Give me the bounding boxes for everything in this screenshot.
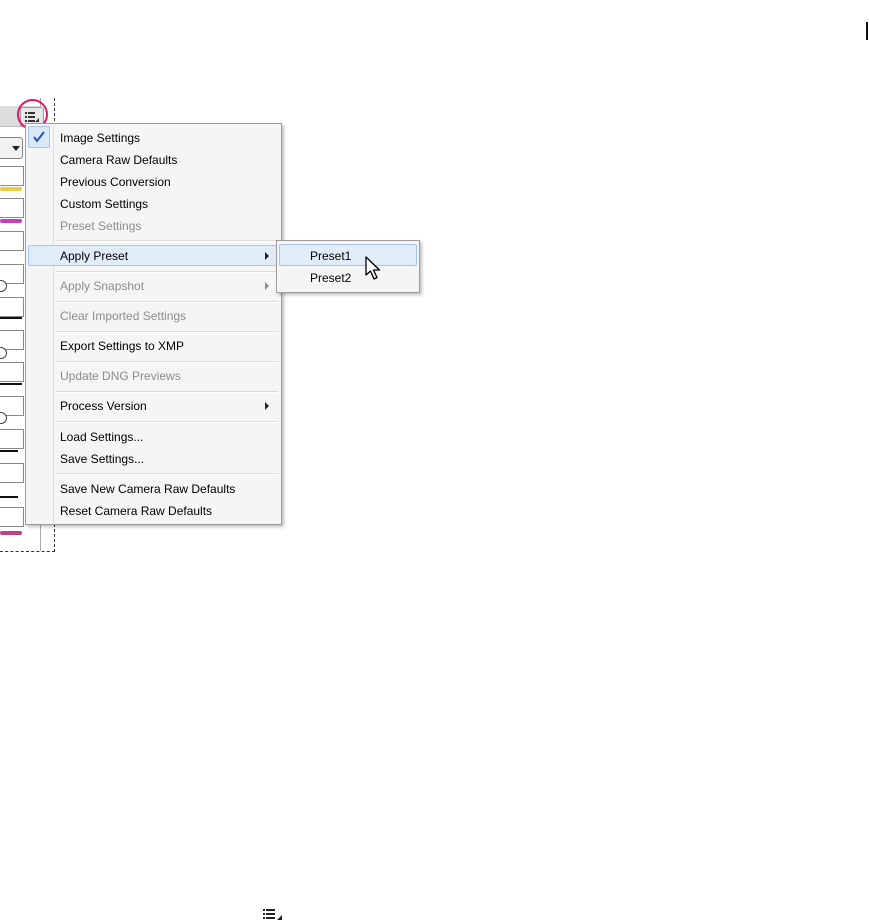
checkmark-icon — [33, 131, 45, 143]
menu-separator — [56, 240, 278, 242]
menu-item-export-settings-xmp[interactable]: Export Settings to XMP — [60, 339, 184, 353]
slider-track[interactable] — [0, 317, 22, 319]
menu-separator — [56, 331, 278, 333]
slider-track[interactable] — [0, 450, 18, 452]
value-field[interactable] — [0, 166, 24, 186]
menu-separator — [56, 361, 278, 363]
menu-separator — [56, 421, 278, 423]
slider-track[interactable] — [0, 383, 22, 385]
menu-item-custom-settings[interactable]: Custom Settings — [60, 197, 148, 211]
menu-item-preset-settings: Preset Settings — [60, 219, 142, 233]
panel-dropdown[interactable] — [0, 137, 23, 159]
menu-item-camera-raw-defaults[interactable]: Camera Raw Defaults — [60, 153, 177, 167]
menu-check-box — [28, 126, 50, 148]
menu-item-image-settings[interactable]: Image Settings — [60, 131, 140, 145]
menu-item-update-dng-previews: Update DNG Previews — [60, 369, 181, 383]
menu-item-save-new-camera-raw-defaults[interactable]: Save New Camera Raw Defaults — [60, 482, 235, 496]
submenu-arrow-icon — [265, 252, 269, 260]
menu-item-reset-camera-raw-defaults[interactable]: Reset Camera Raw Defaults — [60, 504, 212, 518]
menu-separator — [56, 391, 278, 393]
value-field[interactable] — [0, 429, 24, 449]
value-field[interactable] — [0, 507, 24, 527]
value-field[interactable] — [0, 198, 24, 218]
value-field[interactable] — [0, 231, 24, 251]
menu-item-apply-preset[interactable]: Apply Preset — [60, 249, 128, 263]
menu-item-process-version[interactable]: Process Version — [60, 399, 147, 413]
submenu-item-preset2[interactable]: Preset2 — [310, 271, 351, 285]
menu-separator — [56, 301, 278, 303]
slider-track[interactable] — [0, 219, 22, 223]
settings-flyout-menu: Image Settings Camera Raw Defaults Previ… — [25, 123, 282, 525]
apply-preset-submenu: Preset1 Preset2 — [276, 240, 420, 293]
slider-track[interactable] — [0, 496, 18, 498]
slider-track[interactable] — [0, 187, 22, 191]
list-menu-icon — [263, 909, 282, 920]
menu-separator — [56, 473, 278, 475]
value-field[interactable] — [0, 463, 24, 483]
menu-gutter — [53, 126, 54, 521]
menu-item-previous-conversion[interactable]: Previous Conversion — [60, 175, 171, 189]
page-edge-rule — [866, 22, 868, 40]
submenu-arrow-icon — [265, 402, 269, 410]
chevron-down-icon — [12, 146, 20, 151]
slider-track[interactable] — [0, 531, 22, 535]
submenu-item-preset1[interactable]: Preset1 — [310, 249, 351, 263]
menu-item-save-settings[interactable]: Save Settings... — [60, 452, 144, 466]
menu-separator — [56, 271, 278, 273]
menu-item-apply-snapshot: Apply Snapshot — [60, 279, 145, 293]
value-field[interactable] — [0, 297, 24, 317]
menu-item-load-settings[interactable]: Load Settings... — [60, 430, 143, 444]
mouse-pointer-icon — [365, 256, 381, 280]
submenu-arrow-icon — [265, 282, 269, 290]
value-field[interactable] — [0, 362, 24, 382]
menu-item-clear-imported-settings: Clear Imported Settings — [60, 309, 187, 323]
